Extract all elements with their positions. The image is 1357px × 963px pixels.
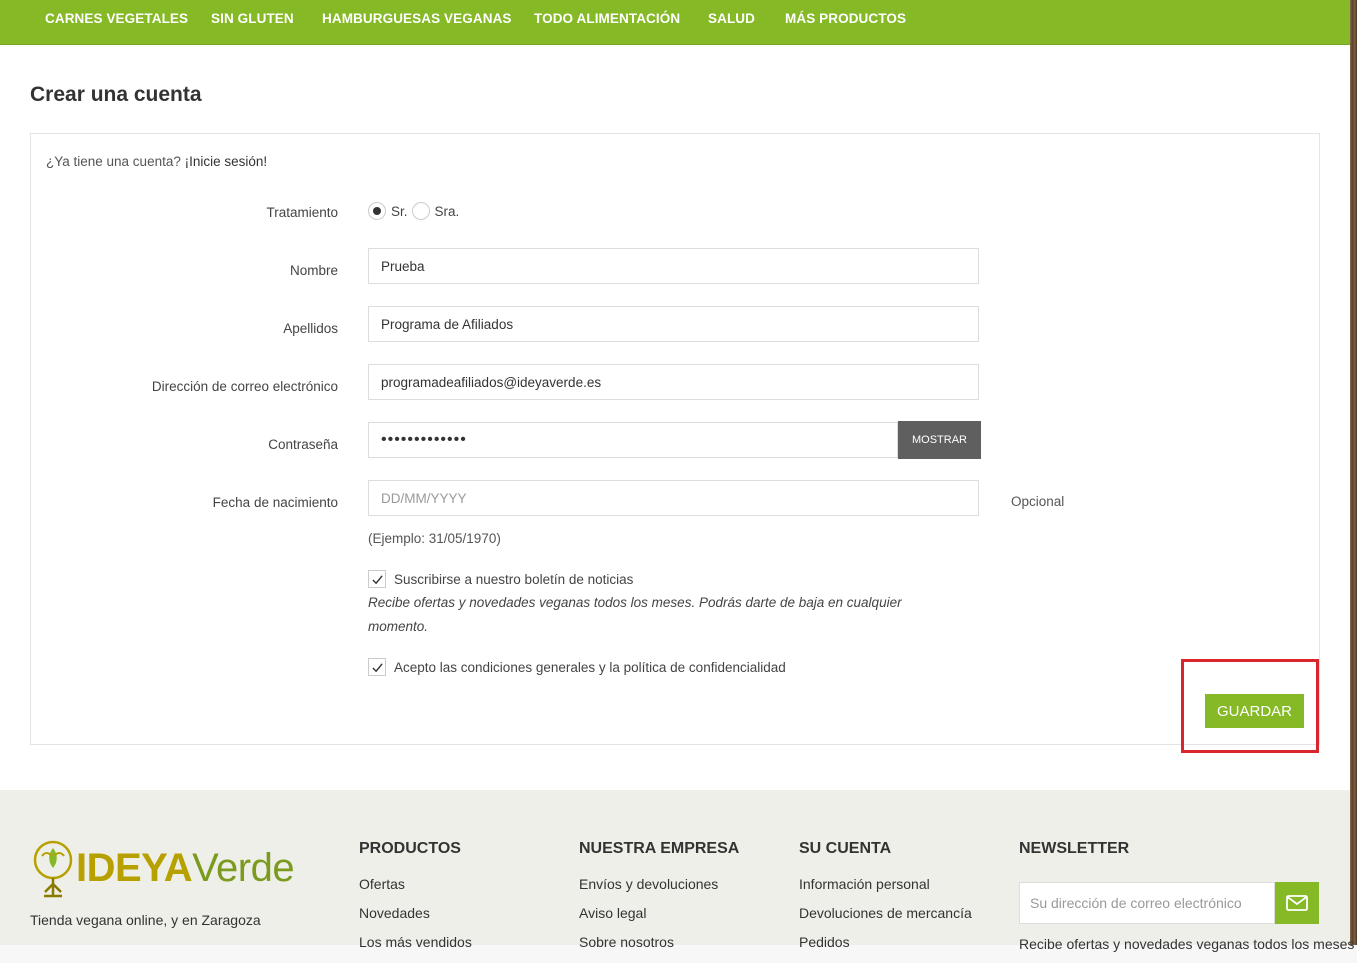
tree-head-logo-icon	[33, 840, 73, 898]
footer-link-sobre-nosotros[interactable]: Sobre nosotros	[579, 934, 739, 951]
last-name-label: Apellidos	[283, 321, 338, 336]
footer-link-pedidos[interactable]: Pedidos	[799, 934, 972, 951]
newsletter-option: Suscribirse a nuestro boletín de noticia…	[368, 570, 633, 588]
login-prompt-text: ¿Ya tiene una cuenta?	[46, 154, 181, 169]
nav-item-salud[interactable]: SALUD	[708, 11, 755, 26]
birthday-example-hint: (Ejemplo: 31/05/1970)	[368, 531, 501, 546]
footer-column-title: SU CUENTA	[799, 840, 892, 857]
newsletter-description: Recibe ofertas y novedades veganas todos…	[368, 595, 902, 634]
main-navigation: CARNES VEGETALES SIN GLUTEN HAMBURGUESAS…	[0, 0, 1350, 45]
gender-radio-sra[interactable]	[411, 202, 430, 220]
envelope-icon	[1286, 895, 1308, 911]
site-footer: IDEYAVerde Tienda vegana online, y en Za…	[0, 790, 1354, 952]
login-link[interactable]: ¡Inicie sesión!	[185, 154, 268, 169]
email-input[interactable]	[368, 364, 979, 400]
ideyaverde-logo[interactable]: IDEYAVerde	[30, 838, 295, 898]
save-button[interactable]: GUARDAR	[1205, 694, 1304, 728]
checkmark-icon	[371, 662, 383, 672]
email-label: Dirección de correo electrónico	[151, 379, 338, 394]
window-edge-decoration	[1350, 0, 1357, 945]
nav-item-mas-productos[interactable]: MÁS PRODUCTOS	[785, 11, 906, 26]
newsletter-email-input[interactable]	[1019, 882, 1275, 924]
footer-link-ofertas[interactable]: Ofertas	[359, 876, 472, 893]
newsletter-label: Suscribirse a nuestro boletín de noticia…	[394, 571, 634, 587]
terms-option: Acepto las condiciones generales y la po…	[368, 658, 786, 676]
nav-item-todo-alimentacion[interactable]: TODO ALIMENTACIÓN	[534, 11, 680, 26]
checkmark-icon	[371, 574, 383, 584]
show-password-button[interactable]: MOSTRAR	[898, 421, 981, 459]
password-label: Contraseña	[268, 437, 338, 452]
footer-link-novedades[interactable]: Novedades	[359, 905, 472, 922]
login-prompt: ¿Ya tiene una cuenta? ¡Inicie sesión!	[46, 154, 267, 169]
nav-item-hamburguesas-veganas[interactable]: HAMBURGUESAS VEGANAS	[322, 11, 512, 26]
terms-checkbox[interactable]	[368, 658, 386, 676]
first-name-input[interactable]	[368, 248, 979, 284]
first-name-label: Nombre	[289, 263, 338, 278]
footer-link-devoluciones[interactable]: Devoluciones de mercancía	[799, 905, 972, 922]
password-input[interactable]	[368, 422, 898, 458]
birthday-input[interactable]	[368, 480, 979, 516]
gender-option-sr-label: Sr.	[391, 203, 408, 219]
nav-item-sin-gluten[interactable]: SIN GLUTEN	[211, 11, 294, 26]
gender-option-sra-label: Sra.	[434, 203, 460, 219]
nav-item-carnes-vegetales[interactable]: CARNES VEGETALES	[45, 11, 188, 26]
main-content: Crear una cuenta ¿Ya tiene una cuenta? ¡…	[0, 45, 1350, 790]
registration-form: ¿Ya tiene una cuenta? ¡Inicie sesión! Tr…	[30, 133, 1320, 745]
footer-column-title: PRODUCTOS	[359, 840, 461, 857]
footer-column-title: NEWSLETTER	[1019, 840, 1130, 857]
footer-link-mas-vendidos[interactable]: Los más vendidos	[359, 934, 472, 951]
last-name-input[interactable]	[368, 306, 979, 342]
footer-link-informacion-personal[interactable]: Información personal	[799, 876, 972, 893]
birthday-label: Fecha de nacimiento	[212, 495, 338, 510]
terms-label: Acepto las condiciones generales y la po…	[394, 659, 786, 675]
gender-radio-sr[interactable]	[368, 202, 386, 220]
newsletter-subscribe-button[interactable]	[1275, 882, 1319, 924]
gender-label: Tratamiento	[266, 205, 338, 220]
footer-link-envios[interactable]: Envíos y devoluciones	[579, 876, 739, 893]
footer-tagline: Tienda vegana online, y en Zaragoza	[30, 912, 261, 928]
newsletter-description-text: Recibe ofertas y novedades veganas todos…	[1019, 936, 1355, 952]
footer-link-aviso-legal[interactable]: Aviso legal	[579, 905, 739, 922]
footer-column-newsletter: NEWSLETTER	[1019, 840, 1129, 876]
logo-wordmark: IDEYAVerde	[76, 846, 295, 890]
page-title: Crear una cuenta	[30, 83, 202, 106]
footer-column-title: NUESTRA EMPRESA	[579, 840, 740, 857]
gender-radio-group: Sr. Sra.	[368, 202, 459, 220]
newsletter-checkbox[interactable]	[368, 570, 386, 588]
birthday-optional-note: Opcional	[1011, 494, 1065, 509]
